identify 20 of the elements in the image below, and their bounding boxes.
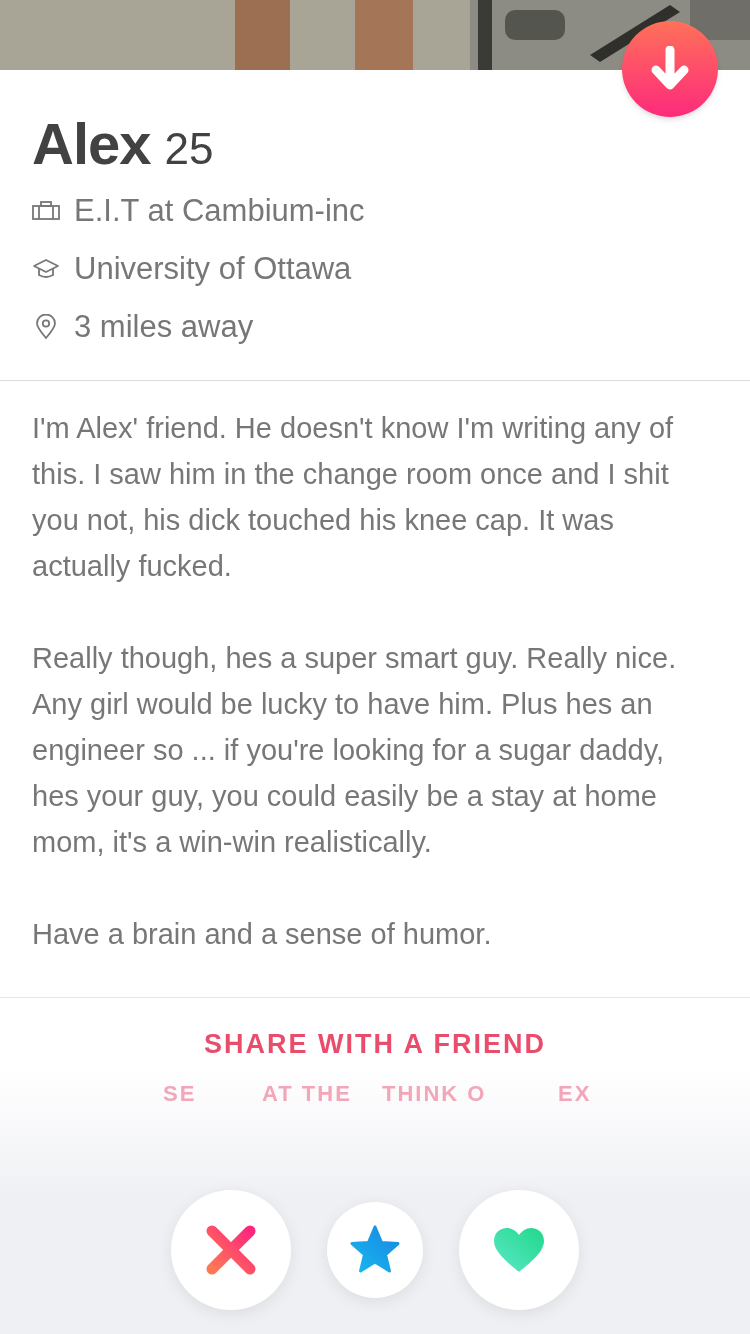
- share-link[interactable]: SHARE WITH A FRIEND: [204, 1024, 546, 1065]
- profile-age: 25: [164, 123, 214, 175]
- close-icon: [206, 1225, 256, 1275]
- profile-detail: University of Ottawa: [74, 249, 352, 288]
- share-subtitle-fragment: THINK O: [382, 1079, 488, 1108]
- profile-name: Alex: [32, 110, 151, 178]
- heart-icon: [492, 1226, 546, 1274]
- bio-paragraph: I'm Alex' friend. He doesn't know I'm writing any of this. I saw him in the change room once and I shit you not, his dick touched his knee cap. It was actually fucked.: [32, 411, 675, 584]
- bio-paragraph: Have a brain and a sense of humor.: [32, 917, 493, 952]
- down-arrow-icon: [650, 46, 690, 92]
- profile-detail: E.I.T at Cambium-inc: [74, 191, 365, 230]
- bio-paragraph: Really though, hes a super smart guy. Really nice. Any girl would be lucky to have him. Plus hes an engineer so ... if you're looking for a sugar daddy, hes your guy, you could easily be a stay at home mom, it's a win-win realistically.: [32, 641, 678, 860]
- share-subtitle-fragment: EX: [558, 1079, 592, 1108]
- share-subtitle-fragment: SE: [163, 1079, 198, 1108]
- collapse-profile-button[interactable]: [622, 21, 718, 117]
- briefcase-icon: [32, 201, 60, 221]
- graduation-cap-icon: [32, 258, 60, 280]
- share-subtitle-fragment: AT THE: [262, 1079, 353, 1108]
- profile-detail: 3 miles away: [74, 307, 254, 346]
- star-icon: [349, 1225, 401, 1275]
